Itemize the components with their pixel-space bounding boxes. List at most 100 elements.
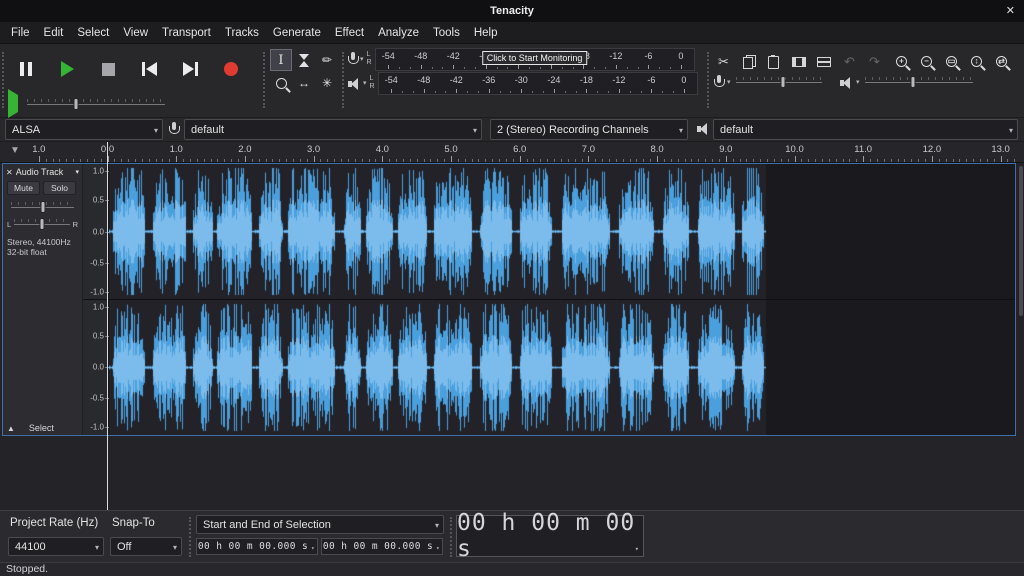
pause-button[interactable] [8,49,44,89]
playback-volume-slider[interactable]: ▾ [840,75,974,89]
fit-project-button[interactable]: ↕ [965,50,988,73]
timeline-tick [114,159,115,162]
draw-tool-button[interactable]: ✏ [316,49,338,71]
selection-start-field[interactable]: 00 h 00 m 00.000 s ▾ [196,538,318,555]
playback-device-select[interactable]: default ▾ [713,119,1018,140]
playback-speed-slider[interactable] [26,97,166,111]
menu-help[interactable]: Help [467,27,505,39]
menu-generate[interactable]: Generate [266,27,328,39]
toolbar-grip[interactable] [263,52,266,108]
zoom-tool-button[interactable] [270,72,292,94]
db-scale-tick [554,89,555,93]
recording-volume-track[interactable] [735,75,823,89]
track-select-button[interactable]: Select [29,423,54,433]
chevron-down-icon[interactable]: ▾ [363,79,367,87]
record-button[interactable] [213,49,249,89]
fit-selection-button[interactable]: ▭ [940,50,963,73]
chevron-down-icon[interactable]: ▾ [360,55,364,63]
menu-file[interactable]: File [4,27,37,39]
cut-button[interactable]: ✂ [712,50,735,73]
trim-audio-button[interactable] [787,50,810,73]
menu-tracks[interactable]: Tracks [218,27,266,39]
audio-position-display[interactable]: 00 h 00 m 00 s ▾ [456,515,644,557]
menu-transport[interactable]: Transport [155,27,218,39]
track-close-button[interactable]: ✕ [6,168,13,177]
timeline-pin-icon[interactable]: ▼ [10,145,20,156]
selection-tool-button[interactable]: I [270,49,292,71]
track-menu-icon[interactable]: ▾ [75,168,79,176]
timeshift-tool-button[interactable]: ↔ [293,72,315,94]
slider-thumb[interactable] [74,98,79,110]
toolbar-grip[interactable] [342,52,345,108]
recording-volume-slider[interactable]: ▾ [714,75,823,89]
envelope-tool-button[interactable] [293,49,315,71]
monitoring-tooltip[interactable]: Click to Start Monitoring [482,51,588,65]
toolbar-grip[interactable] [707,52,710,108]
copy-button[interactable] [737,50,760,73]
play-button[interactable] [49,49,85,89]
recording-meter[interactable]: ▾ L R Click to Start Monitoring -54-48-4… [348,47,695,71]
db-scale-tick [573,67,574,69]
db-scale-tick [586,89,587,93]
undo-button[interactable]: ↶ [838,50,861,73]
redo-button[interactable]: ↷ [863,50,886,73]
audio-host-select[interactable]: ALSA ▾ [5,119,163,140]
db-scale-tick [486,65,487,69]
audio-position-value: 00 h 00 m 00 s [457,510,643,562]
close-window-icon[interactable]: ✕ [1006,4,1015,17]
recording-channels-select[interactable]: 2 (Stereo) Recording Channels ▾ [490,119,688,140]
db-scale-label: -54 [382,51,395,61]
menu-analyze[interactable]: Analyze [371,27,426,39]
selection-end-field[interactable]: 00 h 00 m 00.000 s ▾ [321,538,443,555]
playback-meter[interactable]: ▾ L R -54-48-42-36-30-24-18-12-60 [348,71,698,95]
timeline-tick [444,159,445,162]
recording-device-select[interactable]: default ▾ [184,119,482,140]
mute-button[interactable]: Mute [7,181,40,195]
play-at-speed-button[interactable] [8,95,18,113]
menu-edit[interactable]: Edit [37,27,71,39]
chevron-down-icon[interactable]: ▾ [727,78,731,86]
zoom-out-button[interactable]: − [915,50,938,73]
snap-to-select[interactable]: Off ▾ [110,537,182,556]
tenacity-window: Tenacity ✕ File Edit Select View Transpo… [0,0,1024,576]
pan-slider[interactable] [13,217,70,231]
timeline-ruler[interactable]: ▼ 1.00.01.02.03.04.05.06.07.08.09.010.01… [0,142,1024,163]
selection-end-value: 00 h 00 m 00.000 s [323,541,433,552]
toolbar-grip[interactable] [189,517,192,557]
slider-thumb[interactable] [911,76,916,88]
vertical-scrollbar[interactable] [1018,163,1024,436]
toolbar-grip[interactable] [450,517,453,557]
project-rate-select[interactable]: 44100 ▾ [8,537,104,556]
stop-button[interactable] [90,49,126,89]
collapse-track-button[interactable]: ▲ [7,424,15,433]
menu-tools[interactable]: Tools [426,27,467,39]
menu-view[interactable]: View [116,27,155,39]
menu-effect[interactable]: Effect [328,27,371,39]
solo-button[interactable]: Solo [43,181,76,195]
zoom-toggle-button[interactable]: ⇄ [990,50,1013,73]
multi-tool-button[interactable]: ✳ [316,72,338,94]
waveform-left-channel[interactable] [109,164,1015,299]
waveform-right-channel[interactable] [109,300,1015,435]
recording-meter-scale[interactable]: Click to Start Monitoring -54-48-42-36-3… [375,48,695,71]
playback-volume-track[interactable] [864,75,974,89]
gain-slider-thumb[interactable] [40,201,45,213]
toolbar-grip[interactable] [2,52,5,108]
vertical-scrollbar-thumb[interactable] [1019,166,1023,316]
zoom-in-button[interactable]: + [890,50,913,73]
track-name[interactable]: Audio Track [16,167,64,177]
skip-to-end-button[interactable] [172,49,208,89]
menu-select[interactable]: Select [70,27,116,39]
selection-mode-select[interactable]: Start and End of Selection ▾ [196,515,444,534]
timeline-tick [616,159,617,162]
silence-audio-button[interactable] [812,50,835,73]
slider-thumb[interactable] [780,76,785,88]
selection-mode-value: Start and End of Selection [203,519,331,531]
timeline-tick [142,159,143,162]
paste-button[interactable] [762,50,785,73]
gain-slider[interactable] [10,200,75,214]
chevron-down-icon[interactable]: ▾ [856,78,860,86]
pan-slider-thumb[interactable] [39,218,44,230]
speaker-icon [840,76,852,89]
skip-to-start-button[interactable] [131,49,167,89]
